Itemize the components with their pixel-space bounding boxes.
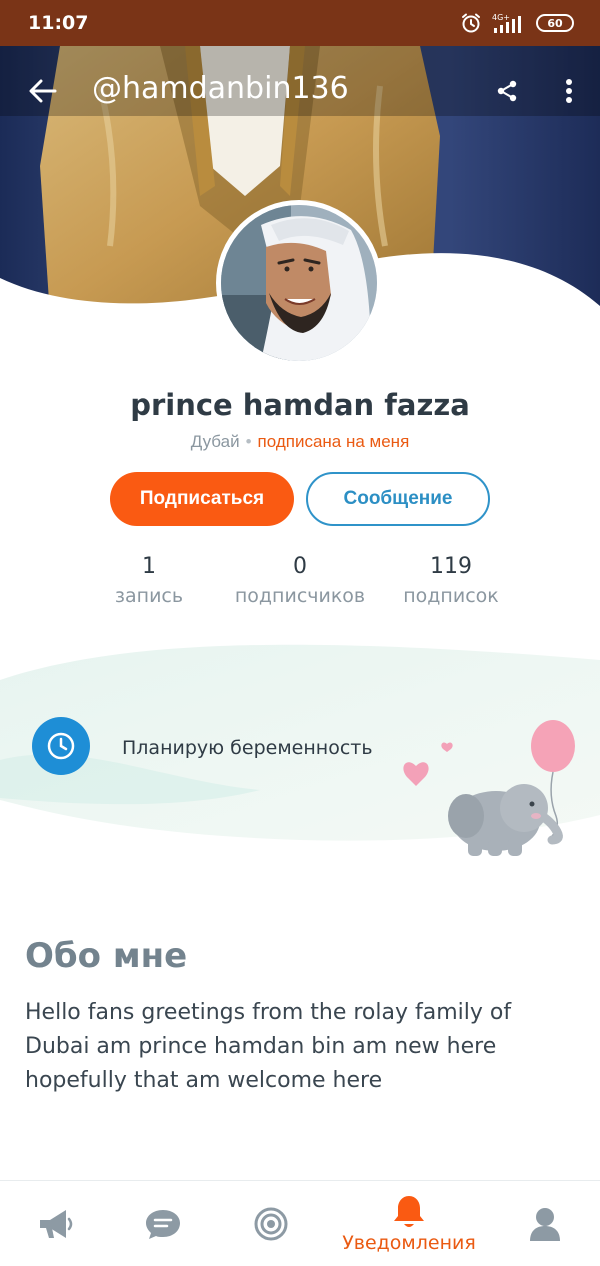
- subscribe-button[interactable]: Подписаться: [110, 472, 294, 526]
- alarm-icon: [462, 13, 480, 33]
- more-menu-button[interactable]: [546, 68, 592, 114]
- person-icon: [530, 1208, 560, 1241]
- megaphone-icon: [40, 1210, 73, 1238]
- stat-followers[interactable]: 0 подписчиков: [220, 554, 380, 607]
- message-button[interactable]: Сообщение: [306, 472, 490, 526]
- nav-discover[interactable]: [236, 1181, 306, 1266]
- stat-following[interactable]: 119 подписок: [371, 554, 531, 607]
- top-bar: @hamdanbin136: [0, 60, 600, 118]
- nav-label-notifications: Уведомления: [342, 1232, 476, 1254]
- about-text: Hello fans greetings from the rolay fami…: [25, 1000, 512, 1093]
- status-icons: 4G+ 60: [460, 12, 574, 34]
- status-bar: 11:07 4G+ 60: [0, 0, 600, 46]
- separator-dot: •: [245, 432, 252, 451]
- profile-city: Дубай: [190, 432, 240, 451]
- stat-value: 1: [142, 554, 156, 579]
- stat-label: запись: [114, 585, 184, 607]
- pregnancy-status-card[interactable]: Планирую беременность: [0, 640, 600, 856]
- arrow-left-icon: [29, 79, 57, 103]
- about-title: Обо мне: [25, 936, 188, 976]
- nav-notifications[interactable]: Уведомления: [326, 1181, 492, 1266]
- follows-me-label: подписана на меня: [257, 432, 410, 451]
- target-icon: [254, 1207, 288, 1241]
- chat-bubble-icon: [146, 1210, 180, 1239]
- status-text: Планирую беременность: [122, 737, 373, 759]
- stat-posts[interactable]: 1 запись: [69, 554, 229, 607]
- battery-icon: 60: [536, 14, 574, 32]
- bell-icon: [394, 1196, 424, 1227]
- nav-messages[interactable]: [128, 1181, 198, 1266]
- back-button[interactable]: [20, 68, 66, 114]
- profile-meta: Дубай • подписана на меня: [0, 432, 600, 452]
- nav-profile[interactable]: [510, 1181, 580, 1266]
- stat-value: 119: [430, 554, 472, 579]
- nav-feed[interactable]: [20, 1181, 90, 1266]
- network-type: 4G+: [492, 13, 510, 22]
- avatar-photo: [221, 205, 377, 361]
- profile-name: prince hamdan fazza: [130, 388, 470, 422]
- status-time: 11:07: [28, 12, 89, 34]
- bottom-navigation: Уведомления: [0, 1180, 600, 1266]
- more-vertical-icon: [566, 79, 572, 103]
- share-button[interactable]: [484, 68, 530, 114]
- stat-label: подписчиков: [234, 585, 366, 607]
- profile-handle: @hamdanbin136: [92, 71, 349, 106]
- stat-value: 0: [293, 554, 307, 579]
- clock-icon: [47, 732, 75, 760]
- elephant-balloon-illustration: [403, 720, 575, 856]
- battery-level: 60: [547, 16, 563, 30]
- stat-label: подписок: [403, 585, 499, 607]
- clock-badge: [32, 717, 90, 775]
- share-icon: [497, 80, 517, 102]
- signal-icon: 4G+: [492, 13, 521, 33]
- avatar[interactable]: [216, 200, 382, 366]
